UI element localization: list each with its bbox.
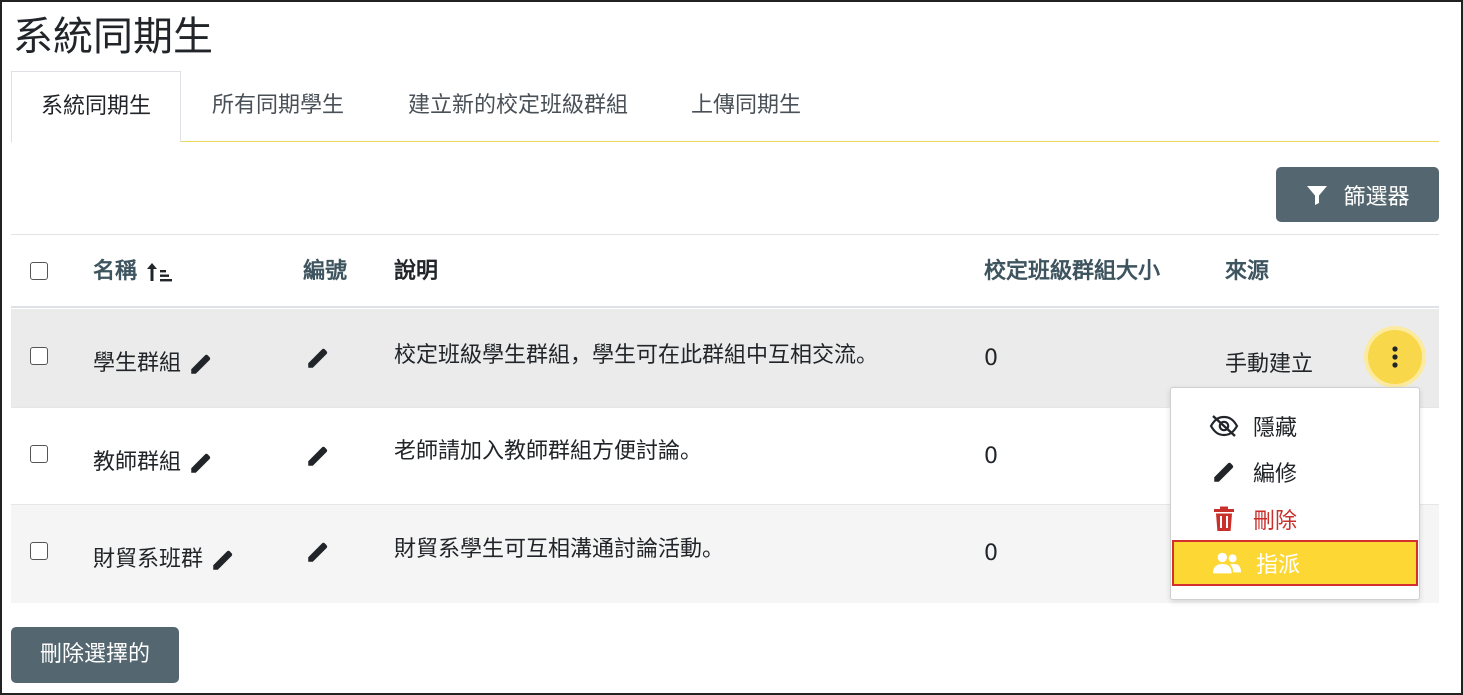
filter-icon (1307, 185, 1328, 205)
page-title: 系統同期生 (13, 14, 213, 60)
filter-button[interactable]: 篩選器 (1276, 167, 1439, 222)
cohort-name-text: 財貿系班群 (93, 547, 204, 572)
menu-item-assign-label: 指派 (1256, 553, 1301, 578)
tab-bar: 系統同期生 所有同期學生 建立新的校定班級群組 上傳同期生 (11, 71, 1439, 143)
cohort-description: 校定班級學生群組，學生可在此群組中互相交流。 (394, 343, 879, 368)
menu-item-assign[interactable]: 指派 (1172, 540, 1418, 586)
tab-create-class-group[interactable]: 建立新的校定班級群組 (383, 71, 653, 142)
edit-id-pencil-icon[interactable] (305, 539, 331, 565)
filter-button-label: 篩選器 (1343, 184, 1410, 210)
row-actions-button[interactable] (1368, 330, 1422, 384)
column-header-name[interactable]: 名稱 (93, 235, 175, 308)
edit-name-pencil-icon[interactable] (188, 450, 214, 476)
sort-ascending-icon (146, 263, 172, 282)
trash-icon (1214, 506, 1234, 531)
row-checkbox[interactable] (30, 445, 48, 463)
cohort-description: 老師請加入教師群組方便討論。 (394, 439, 703, 464)
column-header-group-size[interactable]: 校定班級群組大小 (984, 235, 1160, 308)
column-header-id[interactable]: 編號 (303, 235, 347, 308)
cohort-size: 0 (984, 541, 998, 566)
row-checkbox[interactable] (30, 542, 48, 560)
menu-item-edit-label: 編修 (1253, 462, 1298, 487)
menu-item-hide-label: 隱藏 (1253, 416, 1298, 441)
tab-system-cohorts[interactable]: 系統同期生 (11, 71, 181, 143)
cohort-name-text: 學生群組 (93, 351, 182, 376)
tab-all-cohort-students[interactable]: 所有同期學生 (187, 71, 369, 142)
cohort-source: 手動建立 (1225, 352, 1314, 377)
select-all-checkbox[interactable] (30, 262, 48, 280)
cohort-name: 財貿系班群 (93, 541, 236, 573)
menu-item-hide[interactable]: 隱藏 (1171, 403, 1419, 449)
table-header: 名稱 編號 說明 校定班級群組大小 來源 (11, 235, 1439, 308)
column-header-description: 說明 (394, 259, 439, 284)
edit-name-pencil-icon[interactable] (188, 351, 214, 377)
column-header-source[interactable]: 來源 (1225, 235, 1269, 308)
menu-item-edit[interactable]: 編修 (1171, 449, 1419, 495)
cohort-name-text: 教師群組 (93, 450, 182, 475)
column-header-name-label: 名稱 (93, 259, 138, 284)
row-checkbox[interactable] (30, 347, 48, 365)
cohort-description: 財貿系學生可互相溝通討論活動。 (394, 537, 725, 562)
eye-slash-icon (1209, 415, 1239, 437)
edit-id-pencil-icon[interactable] (305, 443, 331, 469)
edit-id-pencil-icon[interactable] (305, 345, 331, 371)
menu-item-delete-label: 刪除 (1253, 509, 1298, 534)
more-vertical-icon (1392, 346, 1398, 368)
cohort-name: 教師群組 (93, 444, 214, 476)
users-icon (1212, 552, 1242, 574)
delete-selected-button[interactable]: 刪除選擇的 (11, 627, 179, 683)
cohort-size: 0 (984, 346, 998, 371)
row-actions-menu: 隱藏 編修 刪除 指派 (1170, 387, 1420, 600)
cohort-name: 學生群組 (93, 345, 214, 377)
menu-item-delete[interactable]: 刪除 (1171, 496, 1419, 542)
pencil-icon (1214, 462, 1234, 482)
edit-name-pencil-icon[interactable] (210, 547, 236, 573)
tab-upload-cohorts[interactable]: 上傳同期生 (671, 71, 821, 142)
cohort-size: 0 (984, 444, 998, 469)
